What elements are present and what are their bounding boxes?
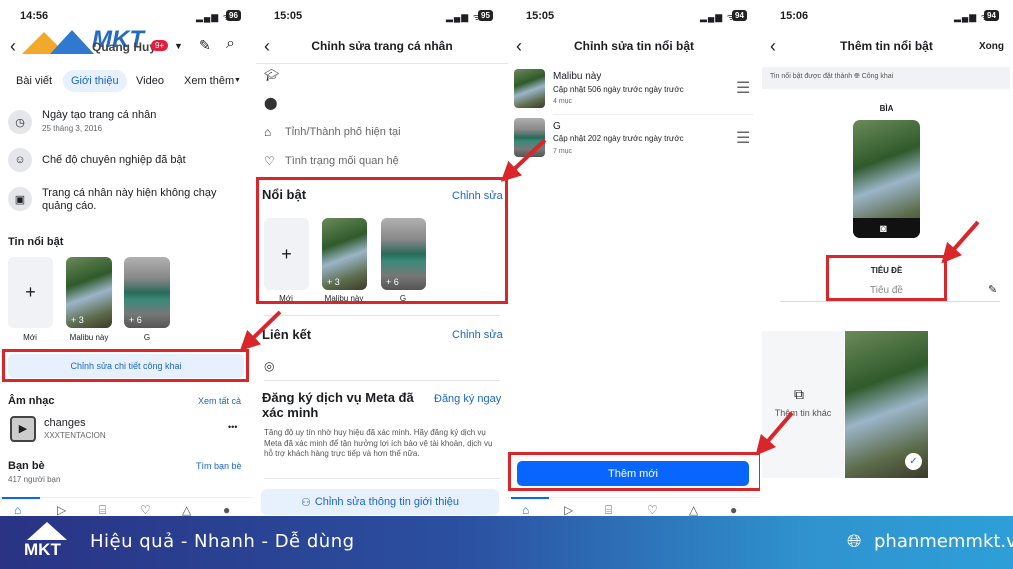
arrow (755, 411, 794, 456)
promo-banner: MKT Hiệu quả - Nhanh - Dễ dùng 🌐︎ phanme… (0, 516, 1013, 569)
mkt-logo: MKT (22, 520, 72, 566)
arrow (500, 138, 547, 182)
globe-icon: 🌐︎ (847, 531, 862, 551)
annotation-arrows (239, 138, 980, 456)
arrow (941, 220, 980, 264)
slogan: Hiệu quả - Nhanh - Dễ dùng (90, 531, 355, 552)
website-link[interactable]: phanmemmkt.vn (874, 531, 1013, 552)
arrow (239, 310, 282, 351)
